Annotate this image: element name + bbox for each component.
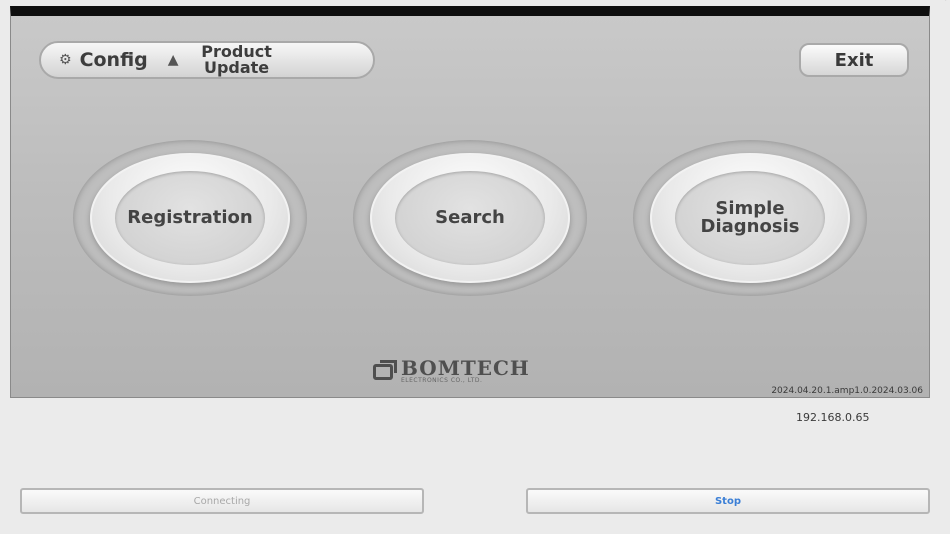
search-button[interactable]: Search xyxy=(370,153,570,283)
connect-button[interactable]: Connecting xyxy=(20,488,424,514)
search-ring: Search xyxy=(353,140,587,296)
window-corner-mark: ′ xyxy=(945,0,948,10)
simple-diagnosis-ring: Simple Diagnosis xyxy=(633,140,867,296)
upload-icon: ▲ xyxy=(167,52,179,68)
exit-button[interactable]: Exit xyxy=(799,43,909,77)
config-label: Config xyxy=(79,49,148,71)
simple-diagnosis-label: Simple Diagnosis xyxy=(675,171,825,265)
stop-button[interactable]: Stop xyxy=(526,488,930,514)
top-button-group: ⚙ Config ▲ Product Update xyxy=(39,41,375,79)
device-screen: ⚙ Config ▲ Product Update Exit Registrat… xyxy=(10,6,930,398)
search-label: Search xyxy=(395,171,545,265)
bomtech-logo-icon xyxy=(373,359,397,380)
config-button[interactable]: ⚙ Config xyxy=(59,43,148,77)
brand-logo-group: BOMTECH ELECTRONICS CO., LTD. xyxy=(373,356,530,384)
gear-icon: ⚙ xyxy=(59,52,72,68)
simple-diagnosis-line2: Diagnosis xyxy=(700,216,800,237)
product-update-label: Product Update xyxy=(187,44,287,76)
version-text: 2024.04.20.1.amp1.0.2024.03.06 xyxy=(771,386,923,396)
product-update-line2: Update xyxy=(203,58,270,77)
registration-label: Registration xyxy=(115,171,265,265)
simple-diagnosis-button[interactable]: Simple Diagnosis xyxy=(650,153,850,283)
registration-ring: Registration xyxy=(73,140,307,296)
product-update-button[interactable]: ▲ Product Update xyxy=(168,43,287,77)
ip-address: 192.168.0.65 xyxy=(796,411,870,424)
registration-button[interactable]: Registration xyxy=(90,153,290,283)
brand-name: BOMTECH xyxy=(401,356,530,380)
